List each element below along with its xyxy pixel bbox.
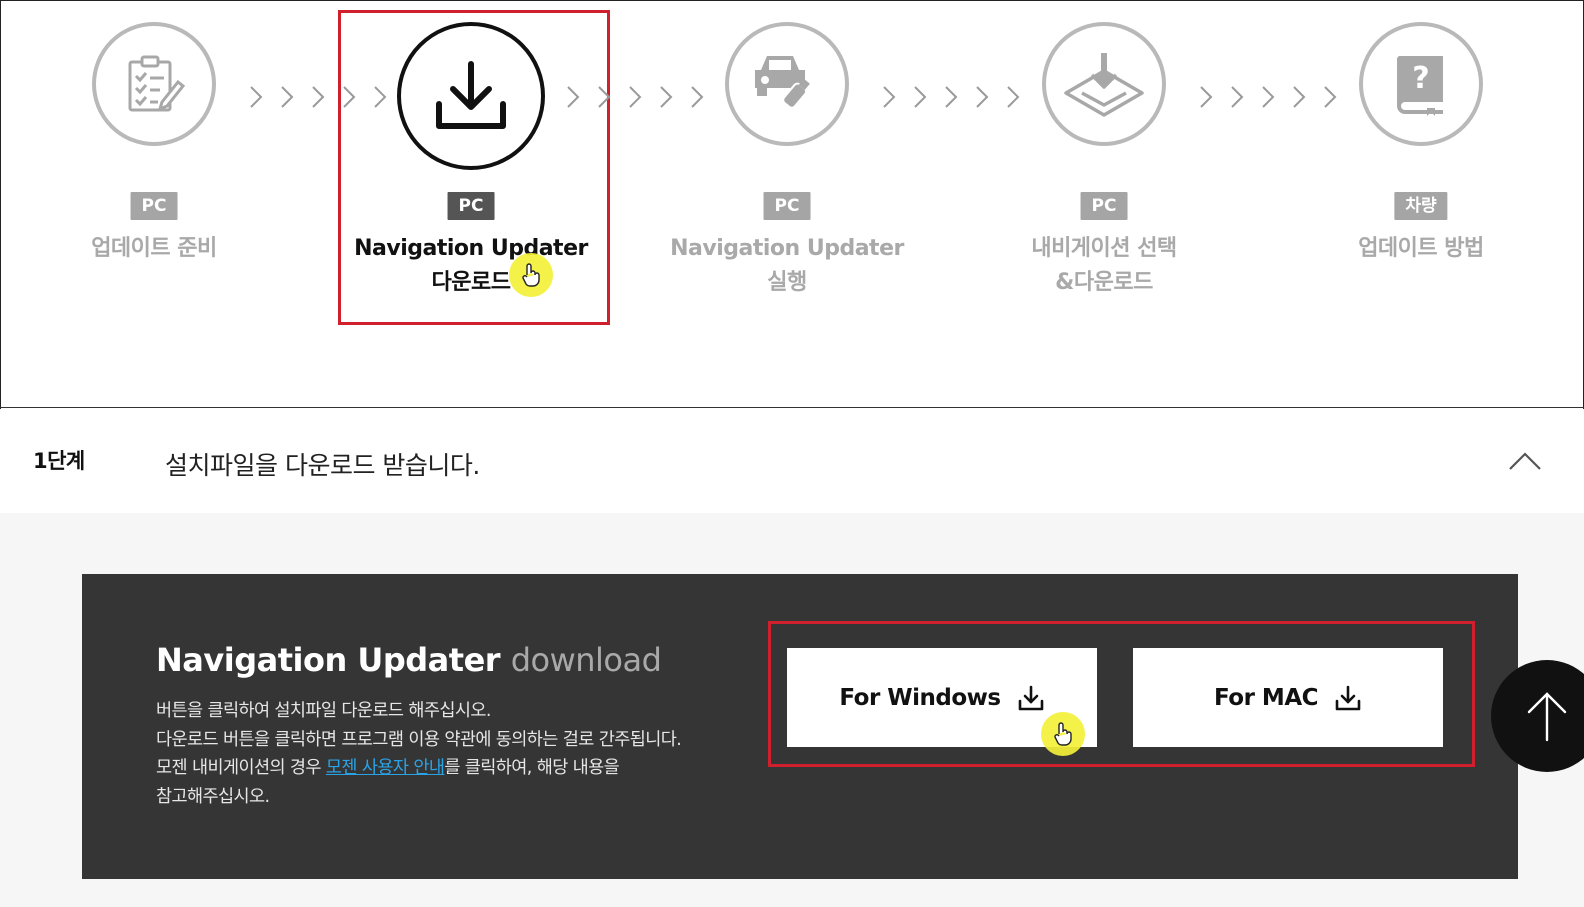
map-download-icon	[1042, 22, 1166, 146]
hand-pointer-icon	[1041, 712, 1085, 756]
accordion-title: 설치파일을 다운로드 받습니다.	[165, 451, 480, 480]
panel-description: 버튼을 클릭하여 설치파일 다운로드 해주십시오. 다운로드 버튼을 클릭하면 …	[156, 701, 682, 807]
accordion-step-label: 1단계	[33, 449, 85, 473]
download-icon	[1334, 684, 1362, 712]
step-prepare[interactable]: PC 업데이트 준비	[14, 0, 294, 330]
step-badge: 차량	[1394, 192, 1448, 220]
download-icon	[1017, 684, 1045, 712]
step-badge: PC	[1080, 192, 1128, 220]
step-select-navigation[interactable]: PC 내비게이션 선택 &다운로드	[964, 0, 1244, 330]
car-usb-icon	[725, 22, 849, 146]
step-badge: PC	[130, 192, 178, 220]
help-book-icon: ?	[1359, 22, 1483, 146]
step-label: 업데이트 준비	[91, 236, 217, 261]
mozen-user-guide-link[interactable]: 모젠 사용자 안내	[326, 758, 445, 778]
download-mac-button[interactable]: For MAC	[1133, 648, 1443, 747]
step-label: 내비게이션 선택 &다운로드	[1031, 236, 1177, 295]
step-badge: PC	[763, 192, 811, 220]
clipboard-checklist-icon	[92, 22, 216, 146]
step-update-method[interactable]: ? 차량 업데이트 방법	[1281, 0, 1561, 330]
step-label: Navigation Updater 실행	[670, 236, 904, 295]
collapse-chevron-up-icon[interactable]	[1506, 446, 1544, 476]
step-run-updater[interactable]: PC Navigation Updater 실행	[647, 0, 927, 330]
step-label: 업데이트 방법	[1358, 236, 1484, 261]
update-steps: PC 업데이트 준비 PC Navigation Updater 다운로드 PC…	[0, 0, 1584, 408]
highlight-box	[338, 10, 610, 325]
svg-text:?: ?	[1412, 61, 1429, 96]
panel-title: Navigation Updater download	[156, 641, 662, 679]
hand-pointer-icon	[509, 253, 553, 297]
